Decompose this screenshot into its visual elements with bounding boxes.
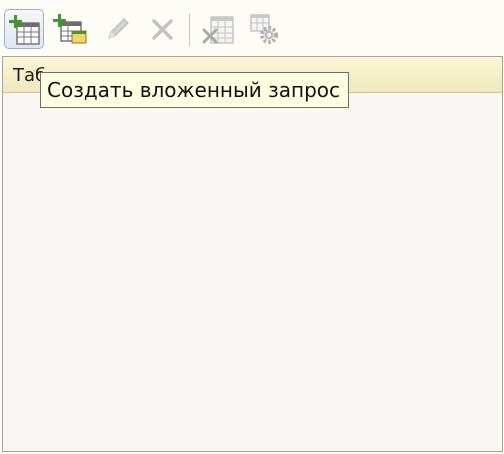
delete-table-button[interactable] bbox=[199, 9, 239, 49]
tables-panel: Таб bbox=[2, 56, 503, 452]
table-delete-icon bbox=[202, 16, 234, 44]
delete-button[interactable] bbox=[143, 9, 183, 49]
pencil-icon bbox=[108, 18, 129, 39]
close-icon bbox=[152, 19, 173, 40]
toolbar bbox=[0, 0, 504, 56]
table-add-icon bbox=[9, 15, 40, 45]
table-gear-icon bbox=[250, 14, 278, 44]
edit-button[interactable] bbox=[98, 9, 138, 49]
toolbar-separator bbox=[189, 14, 190, 46]
query-builder-window: Таб Создать вложенный запрос bbox=[0, 0, 504, 454]
add-table-button[interactable] bbox=[4, 9, 44, 49]
tooltip: Создать вложенный запрос bbox=[40, 72, 350, 108]
table-settings-button[interactable] bbox=[244, 9, 284, 49]
tables-list-area[interactable] bbox=[3, 93, 502, 451]
add-nested-table-button[interactable] bbox=[50, 9, 90, 49]
table-nested-add-icon bbox=[53, 14, 87, 44]
